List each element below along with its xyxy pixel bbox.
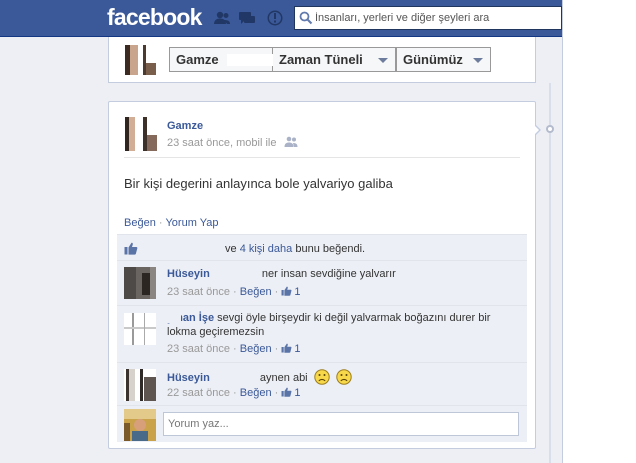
- post-text: Bir kişi degerini anlayınca bole yalvari…: [124, 176, 393, 191]
- friends-audience-icon[interactable]: [284, 136, 298, 147]
- search-icon[interactable]: [299, 11, 313, 25]
- comment-time[interactable]: 22 saat önce: [167, 387, 230, 399]
- comment-item: yman İşe sevgi öyle birşeydir ki değil y…: [117, 305, 527, 362]
- comment-item: Hüseyin ner insan sevdiğine yalvarır 23 …: [117, 260, 527, 305]
- search-input[interactable]: [315, 10, 555, 26]
- like-count-value: 1: [294, 387, 301, 399]
- header-divider: [124, 157, 520, 158]
- thumbs-up-icon: [124, 242, 138, 255]
- comment-text: sevgi öyle birşeydir ki değil yalvarmak …: [167, 312, 491, 338]
- post-time[interactable]: 23 saat önce: [167, 137, 230, 149]
- comment-meta: 22 saat önce · Beğen · 1: [167, 387, 301, 399]
- author-avatar[interactable]: [124, 117, 158, 151]
- comment-time[interactable]: 23 saat önce: [167, 286, 230, 298]
- facebook-logo[interactable]: facebook: [107, 4, 202, 31]
- post-via: mobil ile: [236, 137, 277, 149]
- comment-like-count[interactable]: 1: [281, 286, 301, 298]
- timeline-header: Gamze Zaman Tüneli Günümüz: [108, 37, 536, 83]
- period-label: Günümüz: [403, 52, 463, 67]
- frown-emoticon-icon: [314, 369, 330, 385]
- post-author[interactable]: Gamze: [167, 120, 203, 132]
- friend-requests-icon[interactable]: [213, 9, 231, 27]
- likes-conjunction: ve: [225, 243, 237, 255]
- right-panel: [562, 0, 636, 463]
- comment-author[interactable]: Hüseyin: [167, 372, 210, 384]
- search-box: [294, 6, 562, 30]
- comment-meta: 23 saat önce · Beğen · 1: [167, 286, 301, 298]
- comment-item: Hüseyin aynen abi 22 saat önce · Beğen ·…: [117, 362, 527, 405]
- reply-row: [117, 405, 527, 442]
- reply-input[interactable]: [163, 412, 519, 436]
- commenter-avatar[interactable]: [124, 267, 156, 299]
- comment-body: yman İşe sevgi öyle birşeydir ki değil y…: [167, 311, 507, 339]
- commenter-avatar[interactable]: [124, 369, 156, 401]
- likes-row: ve 4 kişi daha bunu beğendi.: [117, 234, 527, 260]
- post-actions: Beğen · Yorum Yap: [124, 217, 219, 229]
- likes-suffix: bunu beğendi.: [295, 243, 366, 255]
- likes-others-link[interactable]: 4 kişi daha: [240, 243, 293, 255]
- period-dropdown[interactable]: Günümüz: [396, 47, 491, 72]
- timeline-spine: [549, 83, 551, 463]
- comment-text: ner insan sevdiğine yalvarır: [261, 268, 396, 280]
- comment-like-count[interactable]: 1: [281, 343, 301, 355]
- timeline-dot: [546, 125, 554, 133]
- frown-emoticon-icon: [336, 369, 352, 385]
- comment-author[interactable]: Hüseyin: [167, 268, 210, 280]
- timeline-dropdown[interactable]: Zaman Tüneli: [273, 47, 396, 72]
- comment-time[interactable]: 23 saat önce: [167, 343, 230, 355]
- commenter-avatar[interactable]: [124, 313, 156, 345]
- story-card: Gamze 23 saat önce, mobil ile Bir kişi d…: [108, 101, 541, 449]
- likes-summary: ve 4 kişi daha bunu beğendi.: [225, 243, 365, 255]
- comment-like-link[interactable]: Beğen: [240, 387, 272, 399]
- profile-name: Gamze: [176, 52, 219, 67]
- timeline-label: Zaman Tüneli: [279, 52, 363, 67]
- comment-link[interactable]: Yorum Yap: [165, 217, 218, 229]
- profile-thumbnail[interactable]: [124, 43, 158, 75]
- like-link[interactable]: Beğen: [124, 217, 156, 229]
- messages-icon[interactable]: [238, 9, 256, 27]
- top-bar: facebook: [0, 0, 636, 37]
- comment-body: Hüseyin aynen abi: [167, 369, 507, 385]
- comment-like-count[interactable]: 1: [281, 387, 301, 399]
- comment-text: aynen abi: [259, 372, 308, 384]
- comment-body: Hüseyin ner insan sevdiğine yalvarır: [167, 267, 507, 281]
- chevron-down-icon: [473, 58, 483, 63]
- card-arrow: [534, 124, 541, 136]
- thumbs-up-icon: [281, 343, 292, 353]
- thumbs-up-icon: [281, 387, 292, 397]
- feedback-area: ve 4 kişi daha bunu beğendi. Hüseyin ner…: [117, 234, 527, 442]
- chevron-down-icon: [378, 58, 388, 63]
- comment-like-link[interactable]: Beğen: [240, 343, 272, 355]
- like-count-value: 1: [294, 343, 301, 355]
- thumbs-up-icon: [281, 286, 292, 296]
- like-count-value: 1: [294, 286, 301, 298]
- current-user-avatar[interactable]: [124, 409, 156, 441]
- action-separator: ·: [158, 217, 163, 229]
- post-meta: 23 saat önce, mobil ile: [167, 136, 298, 149]
- notifications-icon[interactable]: [266, 9, 284, 27]
- comment-like-link[interactable]: Beğen: [240, 286, 272, 298]
- comment-meta: 23 saat önce · Beğen · 1: [167, 343, 301, 355]
